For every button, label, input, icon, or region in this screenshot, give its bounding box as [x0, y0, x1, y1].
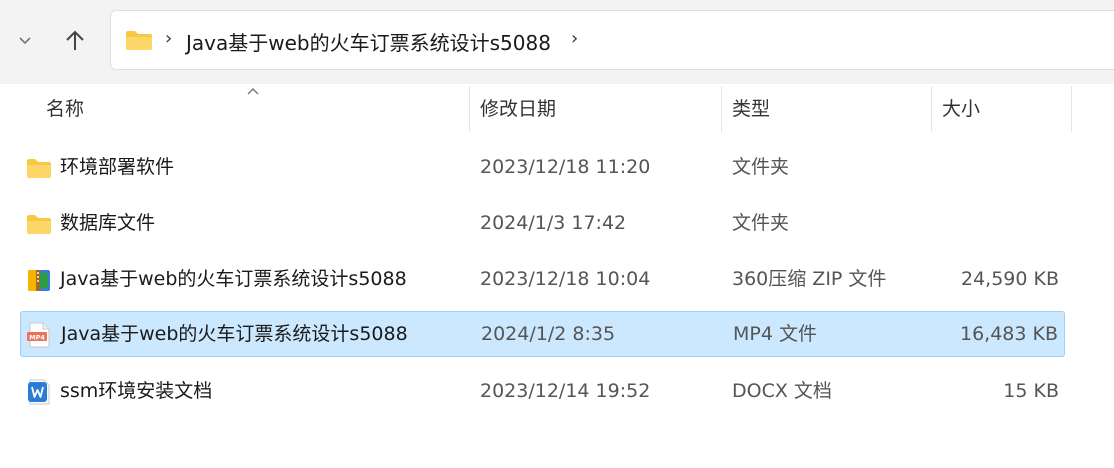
sort-ascending-icon [247, 88, 259, 95]
chevron-down-icon [19, 37, 31, 45]
column-divider[interactable] [931, 86, 932, 132]
word-document-icon [28, 379, 50, 405]
file-row[interactable]: ssm环境安装文档 2023/12/14 19:52 DOCX 文档 15 KB [20, 368, 1065, 414]
file-date-modified: 2023/12/18 10:04 [480, 268, 651, 290]
file-date-modified: 2023/12/18 11:20 [480, 156, 651, 178]
file-name: ssm环境安装文档 [60, 380, 213, 402]
file-row[interactable]: 数据库文件 2024/1/3 17:42 文件夹 [20, 200, 1065, 246]
file-name: 数据库文件 [60, 212, 156, 234]
column-date-modified[interactable]: 修改日期 [480, 86, 556, 132]
file-date-modified: 2024/1/2 8:35 [481, 323, 616, 345]
file-date-modified: 2023/12/14 19:52 [480, 380, 651, 402]
column-divider[interactable] [469, 86, 470, 132]
breadcrumb-current-folder[interactable]: Java基于web的火车订票系统设计s5088 [186, 27, 551, 56]
file-name: 环境部署软件 [60, 156, 175, 178]
column-size[interactable]: 大小 [942, 86, 980, 132]
column-divider[interactable] [1071, 86, 1072, 132]
svg-text:MP4: MP4 [29, 333, 45, 341]
file-size: 15 KB [1003, 380, 1059, 402]
file-type: 文件夹 [732, 212, 790, 234]
zip-archive-icon [28, 270, 50, 291]
file-type: 文件夹 [732, 156, 790, 178]
navigation-bar: › Java基于web的火车订票系统设计s5088 › [0, 0, 1114, 84]
file-date-modified: 2024/1/3 17:42 [480, 212, 627, 234]
column-divider[interactable] [721, 86, 722, 132]
file-type: DOCX 文档 [732, 380, 832, 402]
file-size: 16,483 KB [959, 323, 1058, 345]
file-name: Java基于web的火车订票系统设计s5088 [61, 323, 408, 345]
file-type: 360压缩 ZIP 文件 [732, 268, 887, 290]
column-type[interactable]: 类型 [732, 86, 770, 132]
column-name[interactable]: 名称 [46, 86, 84, 132]
file-row[interactable]: 环境部署软件 2023/12/18 11:20 文件夹 [20, 144, 1065, 190]
breadcrumb-expand-icon[interactable]: › [571, 28, 578, 49]
address-bar[interactable]: › Java基于web的火车订票系统设计s5088 › [110, 10, 1114, 70]
arrow-up-icon [66, 30, 84, 50]
breadcrumb-separator-icon[interactable]: › [165, 28, 172, 49]
up-button[interactable] [58, 24, 92, 58]
file-type: MP4 文件 [733, 323, 817, 345]
recent-locations-dropdown[interactable] [10, 26, 40, 56]
folder-icon [126, 31, 152, 50]
mp4-file-icon: MP4 [27, 322, 50, 348]
folder-icon [27, 215, 51, 234]
file-name: Java基于web的火车订票系统设计s5088 [60, 268, 407, 290]
file-size: 24,590 KB [960, 268, 1059, 290]
folder-icon [27, 159, 51, 178]
file-row-selected[interactable]: MP4 Java基于web的火车订票系统设计s5088 2024/1/2 8:3… [20, 311, 1065, 357]
column-header: 名称 修改日期 类型 大小 [0, 86, 1114, 132]
file-row[interactable]: Java基于web的火车订票系统设计s5088 2023/12/18 10:04… [20, 256, 1065, 302]
